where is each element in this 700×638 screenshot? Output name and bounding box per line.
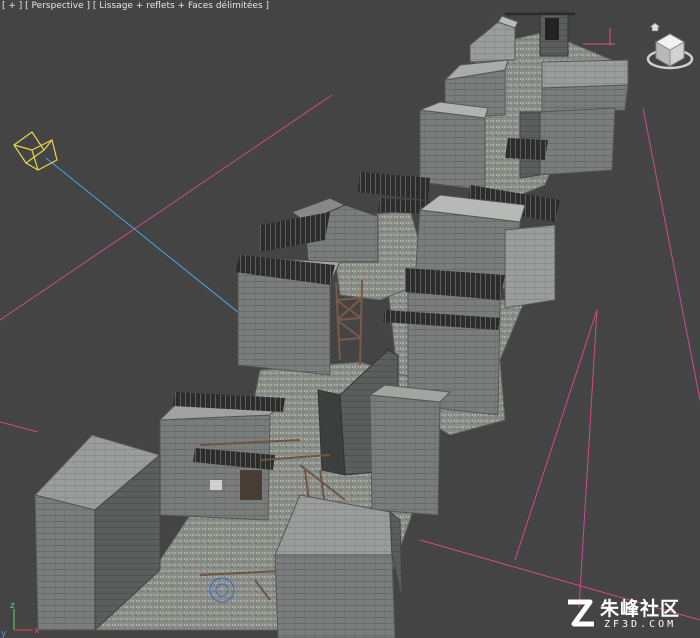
axis-label-z: z [10,601,15,611]
axis-label-x: x [34,626,40,636]
watermark-cn-text: 朱峰社区 [600,598,681,620]
axis-tripod: z x y [0,600,40,638]
building-left-mid[interactable] [419,101,489,191]
perspective-viewport[interactable]: [ + ] [ Perspective ] [ Lissage + reflet… [0,0,700,638]
zf3d-logo [568,599,594,627]
axis-label-y: y [1,629,7,638]
building-far-1[interactable] [469,15,519,63]
building-left-block[interactable] [235,255,341,376]
camera-object[interactable] [13,131,58,171]
watermark-en-text: ZF3D.COM [604,619,677,630]
building-foreground-right[interactable] [274,494,403,638]
viewport-menu-plus[interactable]: [ + ] [2,1,22,11]
3d-scene[interactable] [0,0,700,638]
building-gable-house[interactable] [260,197,379,263]
viewport-menu-view[interactable]: [ Perspective ] [25,1,90,11]
viewport-label: [ + ] [ Perspective ] [ Lissage + reflet… [0,0,271,13]
building-lower-house[interactable] [158,392,285,521]
viewcube-icon [646,22,694,70]
viewcube[interactable] [642,22,696,74]
viewport-menu-shading[interactable]: [ Lissage + reflets + Faces délimitées ] [93,1,269,11]
home-icon[interactable] [649,22,661,32]
watermark: 朱峰社区 ZF3D.COM [564,592,700,638]
